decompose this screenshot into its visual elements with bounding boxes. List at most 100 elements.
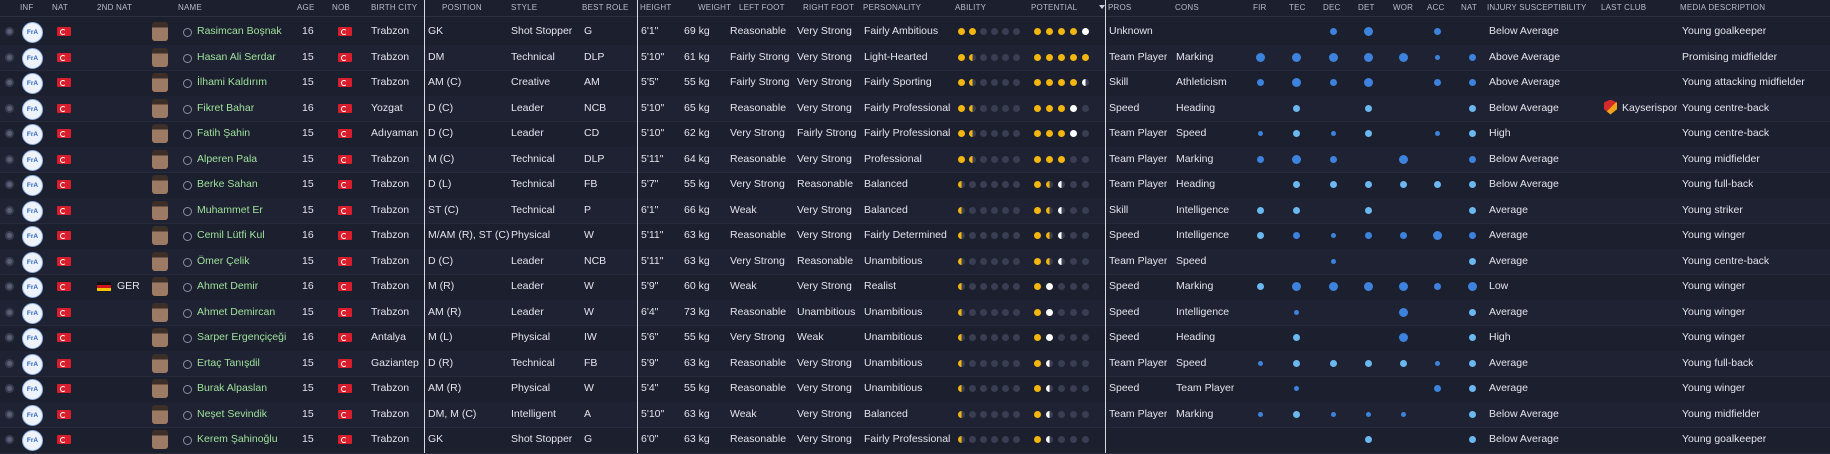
select-checkbox[interactable] [5, 129, 14, 138]
shortlist-pin-icon[interactable] [183, 257, 192, 267]
column-header[interactable]: NAT [1461, 3, 1477, 12]
select-checkbox[interactable] [5, 358, 14, 368]
table-row[interactable]: FrA İlhami Kaldırım 15 Trabzon AM (C) Creativ… [0, 70, 1830, 97]
column-header[interactable]: RIGHT FOOT [803, 3, 854, 12]
player-name[interactable]: Ahmet Demircan [197, 300, 275, 325]
table-row[interactable]: FrA Ömer Çelik 15 Trabzon D (C) Leader NCB 5'11… [0, 248, 1830, 275]
player-name[interactable]: Alperen Pala [197, 147, 257, 172]
shortlist-pin-icon[interactable] [183, 104, 192, 114]
table-row[interactable]: FrA Neşet Sevindik 15 Trabzon DM, M (C) Intel… [0, 401, 1830, 428]
select-checkbox[interactable] [5, 52, 14, 62]
table-row[interactable]: FrA Ahmet Demircan 15 Trabzon AM (R) Leader W 6… [0, 299, 1830, 326]
table-row[interactable]: FrA Sarper Ergençiçeği 16 Antalya M (L) Physi… [0, 325, 1830, 352]
column-header[interactable]: WEIGHT [698, 3, 731, 12]
shortlist-pin-icon[interactable] [183, 28, 192, 37]
column-header[interactable]: INJURY SUSCEPTIBILITY [1487, 3, 1587, 12]
shortlist-pin-icon[interactable] [183, 359, 192, 369]
player-name[interactable]: Cemil Lütfi Kul [197, 223, 265, 248]
table-row[interactable]: FrA Ertaç Tanışdil 15 Gaziantep D (R) Technic… [0, 350, 1830, 377]
select-checkbox[interactable] [5, 205, 14, 215]
player-name[interactable]: Sarper Ergençiçeği [197, 325, 286, 350]
shortlist-pin-icon[interactable] [183, 206, 192, 216]
column-header[interactable]: AGE [297, 3, 315, 12]
column-header[interactable]: LEFT FOOT [739, 3, 785, 12]
player-name[interactable]: Kerem Şahinoğlu [197, 427, 278, 452]
select-checkbox[interactable] [5, 333, 14, 342]
player-name[interactable]: Fikret Bahar [197, 96, 254, 121]
last-club[interactable]: Kayserispor [1622, 96, 1677, 121]
sort-arrow-icon[interactable] [1099, 5, 1105, 9]
column-header[interactable]: STYLE [511, 3, 537, 12]
select-checkbox[interactable] [5, 256, 14, 266]
select-checkbox[interactable] [5, 154, 14, 164]
position: D (L) [428, 178, 452, 190]
select-checkbox[interactable] [5, 409, 14, 419]
column-header[interactable]: MEDIA DESCRIPTION [1680, 3, 1765, 12]
column-header[interactable]: HEIGHT [640, 3, 671, 12]
shortlist-pin-icon[interactable] [183, 385, 192, 394]
player-name[interactable]: Burak Alpaslan [197, 376, 267, 401]
table-row[interactable]: FrA Fatih Şahin 15 Adıyaman D (C) Leader CD 5'1… [0, 121, 1830, 148]
table-row[interactable]: FrA Fikret Bahar 16 Yozgat D (C) Leader NCB 5'1… [0, 95, 1830, 122]
select-checkbox[interactable] [5, 435, 14, 444]
column-header[interactable]: POTENTIAL [1031, 3, 1077, 12]
player-name[interactable]: Ömer Çelik [197, 249, 250, 274]
column-header[interactable]: BEST ROLE [582, 3, 629, 12]
column-header[interactable]: DET [1358, 3, 1375, 12]
shortlist-pin-icon[interactable] [183, 410, 192, 420]
table-row[interactable]: FrA Kerem Şahinoğlu 15 Trabzon GK Shot Stoppe… [0, 427, 1830, 454]
column-header[interactable]: FIR [1253, 3, 1267, 12]
player-name[interactable]: Fatih Şahin [197, 121, 250, 146]
column-header[interactable]: CONS [1175, 3, 1199, 12]
select-checkbox[interactable] [5, 103, 14, 113]
table-row[interactable]: FrA Cemil Lütfi Kul 16 Trabzon M/AM (R), ST … [0, 223, 1830, 250]
select-checkbox[interactable] [5, 307, 14, 317]
select-checkbox[interactable] [5, 282, 14, 291]
table-row[interactable]: FrA GER Ahmet Demir 16 Trabzon M (R) Leader W 5'… [0, 274, 1830, 301]
shortlist-pin-icon[interactable] [183, 181, 192, 190]
shortlist-pin-icon[interactable] [183, 155, 192, 165]
column-header[interactable]: NAME [178, 3, 202, 12]
shortlist-pin-icon[interactable] [183, 130, 192, 139]
shortlist-pin-icon[interactable] [183, 232, 192, 241]
select-checkbox[interactable] [5, 384, 14, 393]
column-header[interactable]: INF [20, 3, 34, 12]
table-row[interactable]: FrA Muhammet Er 15 Trabzon ST (C) Technical P 6… [0, 197, 1830, 224]
column-header[interactable]: NAT [52, 3, 68, 12]
shortlist-pin-icon[interactable] [183, 308, 192, 318]
table-row[interactable]: FrA Burak Alpaslan 15 Trabzon AM (R) Physical… [0, 376, 1830, 403]
column-header[interactable]: BIRTH CITY [371, 3, 417, 12]
shortlist-pin-icon[interactable] [183, 283, 192, 292]
column-header[interactable]: DEC [1323, 3, 1341, 12]
select-checkbox[interactable] [5, 231, 14, 240]
column-header[interactable]: TEC [1289, 3, 1306, 12]
select-checkbox[interactable] [5, 78, 14, 87]
column-header[interactable]: NOB [332, 3, 350, 12]
table-row[interactable]: FrA Hasan Ali Serdar 15 Trabzon DM Technical D… [0, 44, 1830, 71]
table-row[interactable]: FrA Alperen Pala 15 Trabzon M (C) Technical DL… [0, 146, 1830, 173]
column-header[interactable]: WOR [1393, 3, 1413, 12]
player-name[interactable]: İlhami Kaldırım [197, 70, 267, 95]
column-header[interactable]: ABILITY [955, 3, 986, 12]
player-name[interactable]: Hasan Ali Serdar [197, 45, 276, 70]
shortlist-pin-icon[interactable] [183, 436, 192, 445]
player-name[interactable]: Neşet Sevindik [197, 402, 267, 427]
player-name[interactable]: Muhammet Er [197, 198, 263, 223]
player-name[interactable]: Rasimcan Boşnak [197, 19, 282, 44]
shortlist-pin-icon[interactable] [183, 79, 192, 88]
player-name[interactable]: Ertaç Tanışdil [197, 351, 260, 376]
column-header[interactable]: LAST CLUB [1601, 3, 1646, 12]
shortlist-pin-icon[interactable] [183, 334, 192, 343]
column-header[interactable]: 2ND NAT [97, 3, 132, 12]
player-name[interactable]: Berke Sahan [197, 172, 258, 197]
select-checkbox[interactable] [5, 180, 14, 189]
column-header[interactable]: ACC [1427, 3, 1445, 12]
column-header[interactable]: PROS [1108, 3, 1131, 12]
table-row[interactable]: FrA Rasimcan Boşnak 16 Trabzon GK Shot Stoppe… [0, 19, 1830, 46]
select-checkbox[interactable] [5, 27, 14, 36]
column-header[interactable]: PERSONALITY [863, 3, 921, 12]
column-header[interactable]: POSITION [442, 3, 482, 12]
shortlist-pin-icon[interactable] [183, 53, 192, 63]
player-name[interactable]: Ahmet Demir [197, 274, 258, 299]
table-row[interactable]: FrA Berke Sahan 15 Trabzon D (L) Technical FB 5… [0, 172, 1830, 199]
